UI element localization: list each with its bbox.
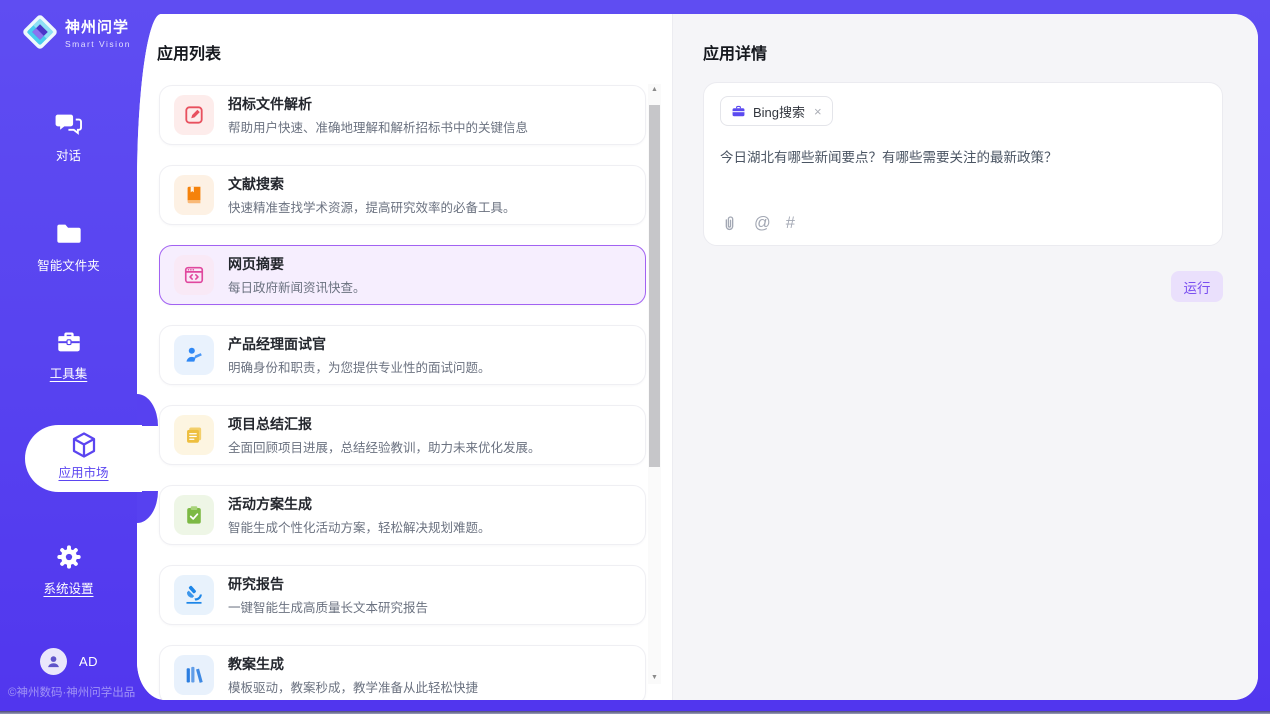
app-card-desc: 模板驱动，教案秒成，教学准备从此轻松快捷: [228, 677, 478, 696]
app-card-event-plan[interactable]: 活动方案生成 智能生成个性化活动方案，轻松解决规划难题。: [159, 485, 646, 545]
app-card-title: 项目总结汇报: [228, 414, 541, 434]
composer-toolbar: @ #: [720, 214, 1206, 233]
toolbox-icon: [55, 328, 83, 356]
tool-chip-bing[interactable]: Bing搜索 ×: [720, 96, 833, 126]
app-detail-panel: 应用详情 Bing搜索 × 今日湖北有哪些新闻要点？有哪些需要关注的最新政策？ …: [672, 14, 1258, 700]
app-detail-title: 应用详情: [703, 40, 767, 64]
app-card-desc: 全面回顾项目进展，总结经验教训，助力未来优化发展。: [228, 437, 541, 456]
sidebar-item-label: 智能文件夹: [37, 259, 100, 273]
chat-icon: [55, 110, 83, 138]
avatar: [40, 648, 67, 675]
clipboard-check-icon: [174, 495, 214, 535]
app-card-desc: 智能生成个性化活动方案，轻松解决规划难题。: [228, 517, 491, 536]
tool-chip-label: Bing搜索: [753, 102, 805, 121]
brand-logo: 神州问学 Smart Vision: [20, 12, 131, 52]
sidebar-item-settings[interactable]: 系统设置: [0, 543, 137, 598]
app-card-desc: 帮助用户快速、准确地理解和解析招标书中的关键信息: [228, 117, 528, 136]
main-content: 应用列表 招标文件解析 帮助用户快速、准确地理解和解析招标书中的关键信息: [137, 14, 1258, 700]
app-card-project-summary[interactable]: 项目总结汇报 全面回顾项目进展，总结经验教训，助力未来优化发展。: [159, 405, 646, 465]
brand-subtitle: Smart Vision: [65, 39, 131, 49]
sidebar-item-label: 工具集: [50, 367, 88, 381]
folder-icon: [55, 220, 83, 248]
app-window: 神州问学 Smart Vision 对话 智能文件夹 工具集: [0, 0, 1270, 714]
app-card-title: 文献搜索: [228, 174, 516, 194]
sidebar-item-app-market[interactable]: 应用市场: [25, 425, 142, 492]
sidebar-item-label: 对话: [56, 149, 81, 163]
app-card-lesson-plan[interactable]: 教案生成 模板驱动，教案秒成，教学准备从此轻松快捷: [159, 645, 646, 700]
app-card-desc: 明确身份和职责，为您提供专业性的面试问题。: [228, 357, 491, 376]
app-card-list: 招标文件解析 帮助用户快速、准确地理解和解析招标书中的关键信息 文献搜索 快速精…: [159, 85, 646, 700]
book-icon: [174, 175, 214, 215]
app-card-research-report[interactable]: 研究报告 一键智能生成高质量长文本研究报告: [159, 565, 646, 625]
browser-code-icon: [174, 255, 214, 295]
close-icon[interactable]: ×: [814, 104, 822, 119]
app-card-title: 教案生成: [228, 654, 478, 674]
app-card-web-summary[interactable]: 网页摘要 每日政府新闻资讯快查。: [159, 245, 646, 305]
app-card-pm-interviewer[interactable]: 产品经理面试官 明确身份和职责，为您提供专业性的面试问题。: [159, 325, 646, 385]
hash-icon[interactable]: #: [786, 214, 795, 233]
app-card-title: 产品经理面试官: [228, 334, 491, 354]
app-list-panel: 应用列表 招标文件解析 帮助用户快速、准确地理解和解析招标书中的关键信息: [137, 14, 672, 700]
app-card-title: 网页摘要: [228, 254, 366, 274]
paperclip-icon[interactable]: [720, 214, 739, 233]
briefcase-icon: [731, 104, 746, 119]
doc-edit-icon: [174, 95, 214, 135]
gem-logo-icon: [20, 12, 60, 52]
app-card-bid-parse[interactable]: 招标文件解析 帮助用户快速、准确地理解和解析招标书中的关键信息: [159, 85, 646, 145]
app-card-title: 活动方案生成: [228, 494, 491, 514]
app-card-literature-search[interactable]: 文献搜索 快速精准查找学术资源，提高研究效率的必备工具。: [159, 165, 646, 225]
scrollbar: ▲ ▼: [648, 84, 661, 684]
query-text[interactable]: 今日湖北有哪些新闻要点？有哪些需要关注的最新政策？: [720, 146, 1206, 214]
run-button[interactable]: 运行: [1171, 271, 1223, 302]
brand-name: 神州问学: [65, 16, 131, 37]
user-account[interactable]: AD: [40, 648, 98, 675]
sidebar-item-chat[interactable]: 对话: [0, 110, 137, 165]
sidebar-item-label: 系统设置: [43, 582, 93, 596]
scroll-down-icon[interactable]: ▼: [648, 672, 661, 684]
app-card-desc: 一键智能生成高质量长文本研究报告: [228, 597, 428, 616]
sidebar-item-label: 应用市场: [58, 466, 108, 480]
sidebar-item-smart-folder[interactable]: 智能文件夹: [0, 220, 137, 275]
sidebar: 神州问学 Smart Vision 对话 智能文件夹 工具集: [0, 0, 137, 714]
app-card-desc: 快速精准查找学术资源，提高研究效率的必备工具。: [228, 197, 516, 216]
interviewer-icon: [174, 335, 214, 375]
app-card-title: 研究报告: [228, 574, 428, 594]
microscope-icon: [174, 575, 214, 615]
notes-icon: [174, 415, 214, 455]
app-card-title: 招标文件解析: [228, 94, 528, 114]
user-name: AD: [79, 654, 98, 669]
person-icon: [45, 653, 62, 670]
scrollbar-thumb[interactable]: [649, 105, 660, 467]
app-card-desc: 每日政府新闻资讯快查。: [228, 277, 366, 296]
books-icon: [174, 655, 214, 695]
scroll-up-icon[interactable]: ▲: [648, 84, 661, 96]
gear-icon: [55, 543, 83, 571]
app-list-title: 应用列表: [157, 40, 221, 64]
sidebar-item-toolset[interactable]: 工具集: [0, 328, 137, 383]
cube-icon: [69, 430, 99, 460]
prompt-card: Bing搜索 × 今日湖北有哪些新闻要点？有哪些需要关注的最新政策？ @ #: [703, 82, 1223, 246]
copyright-footer: ©神州数码·神州问学出品: [8, 684, 135, 700]
mention-icon[interactable]: @: [754, 214, 771, 233]
